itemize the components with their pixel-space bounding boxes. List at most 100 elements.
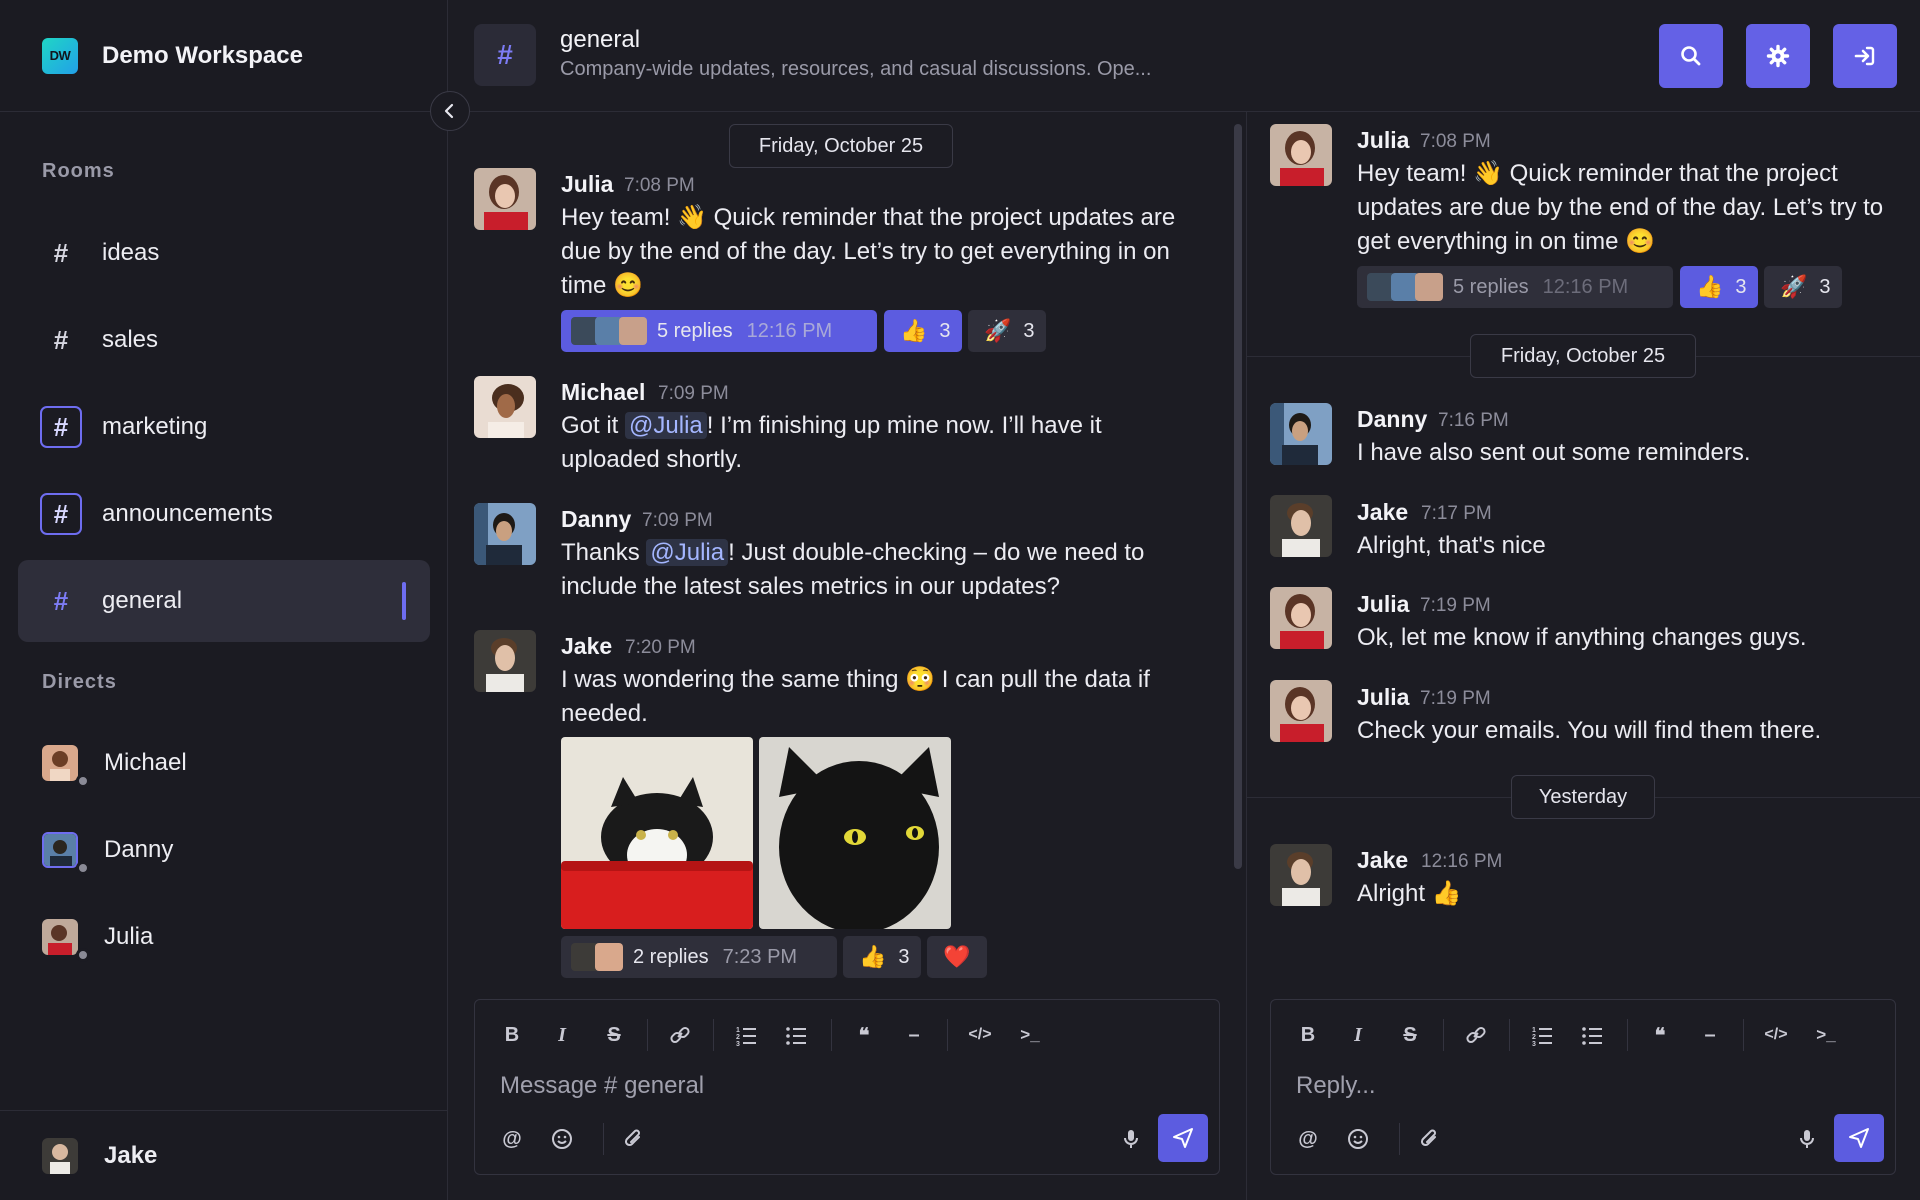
reaction-thumbs-up[interactable]: 👍 3 — [843, 936, 921, 978]
sign-in-button[interactable] — [1833, 24, 1897, 88]
link-icon[interactable] — [1461, 1020, 1491, 1050]
message-author[interactable]: Michael — [561, 379, 645, 406]
mention-icon[interactable]: @ — [1293, 1124, 1323, 1154]
sign-in-icon — [1854, 46, 1875, 66]
toolbar-divider — [603, 1123, 604, 1155]
code-icon[interactable]: </> — [1761, 1020, 1791, 1050]
ordered-list-icon[interactable]: 123 — [731, 1020, 761, 1050]
horizontal-rule-icon[interactable]: – — [899, 1020, 929, 1050]
room-label: general — [102, 587, 183, 614]
svg-text:2: 2 — [1532, 1034, 1536, 1041]
svg-text:2: 2 — [736, 1034, 740, 1041]
reaction-thumbs-up[interactable]: 👍 3 — [884, 310, 962, 352]
thread-replies-button[interactable]: 5 replies 12:16 PM — [1357, 266, 1673, 308]
sidebar: DW Demo Workspace Rooms # ideas # sales … — [0, 0, 448, 1200]
message-author[interactable]: Jake — [1357, 499, 1408, 526]
image-attachment-cat-in-bucket[interactable] — [561, 737, 753, 929]
bold-icon[interactable]: B — [497, 1020, 527, 1050]
message-text: Ok, let me know if anything changes guys… — [1357, 624, 1807, 651]
message-text: Alright, that's nice — [1357, 532, 1546, 559]
reaction-count: 3 — [1023, 319, 1035, 342]
horizontal-rule-icon[interactable]: – — [1695, 1020, 1725, 1050]
message-author[interactable]: Danny — [561, 506, 631, 533]
direct-item-danny[interactable]: Danny — [18, 813, 430, 887]
settings-button[interactable] — [1746, 24, 1810, 88]
room-label: announcements — [102, 500, 273, 527]
status-dot — [76, 861, 90, 875]
direct-item-julia[interactable]: Julia — [18, 900, 430, 974]
reaction-rocket[interactable]: 🚀 3 — [1764, 266, 1842, 308]
direct-label: Julia — [104, 923, 154, 950]
channel-hash-icon: # — [474, 24, 536, 86]
avatar — [42, 832, 78, 868]
reaction-thumbs-up[interactable]: 👍 3 — [1680, 266, 1758, 308]
message-author[interactable]: Julia — [561, 171, 613, 198]
bullet-list-icon[interactable] — [781, 1020, 811, 1050]
ordered-list-icon[interactable]: 123 — [1527, 1020, 1557, 1050]
code-block-icon[interactable]: >_ — [1811, 1020, 1841, 1050]
message-text: Alright 👍 — [1357, 880, 1462, 907]
toolbar-divider — [1399, 1123, 1400, 1155]
sidebar-item-announcements[interactable]: # announcements — [18, 473, 430, 555]
reaction-rocket[interactable]: 🚀 3 — [968, 310, 1046, 352]
sidebar-item-marketing[interactable]: # marketing — [18, 386, 430, 468]
strikethrough-icon[interactable]: S — [1395, 1020, 1425, 1050]
channel-title: general — [560, 26, 641, 53]
bullet-list-icon[interactable] — [1577, 1020, 1607, 1050]
message-time: 7:17 PM — [1421, 503, 1492, 524]
reaction-heart[interactable]: ❤️ — [927, 936, 987, 978]
message-author[interactable]: Julia — [1357, 591, 1409, 618]
replies-count: 5 replies — [657, 319, 733, 342]
message-author[interactable]: Julia — [1357, 127, 1409, 154]
message-author[interactable]: Jake — [1357, 847, 1408, 874]
thread-replies-button[interactable]: 2 replies 7:23 PM — [561, 936, 837, 978]
quote-icon[interactable]: ❝ — [849, 1020, 879, 1050]
italic-icon[interactable]: I — [547, 1020, 577, 1050]
mention-icon[interactable]: @ — [497, 1124, 527, 1154]
replies-time: 7:23 PM — [722, 945, 798, 968]
current-user[interactable]: Jake — [0, 1110, 448, 1200]
code-block-icon[interactable]: >_ — [1015, 1020, 1045, 1050]
reaction-count: 3 — [898, 945, 910, 968]
user-mention[interactable]: @Julia — [646, 539, 729, 566]
message-author[interactable]: Danny — [1357, 406, 1427, 433]
current-user-name: Jake — [104, 1141, 158, 1169]
quote-icon[interactable]: ❝ — [1645, 1020, 1675, 1050]
emoji-icon[interactable] — [1343, 1124, 1373, 1154]
bold-icon[interactable]: B — [1293, 1020, 1323, 1050]
user-mention[interactable]: @Julia — [625, 412, 707, 439]
send-icon — [1173, 1128, 1193, 1148]
scrollbar[interactable] — [1234, 124, 1242, 869]
thread-replies-button[interactable]: 5 replies 12:16 PM — [561, 310, 877, 352]
direct-item-michael[interactable]: Michael — [18, 726, 430, 800]
microphone-icon[interactable] — [1116, 1124, 1146, 1154]
attachment-icon[interactable] — [1415, 1124, 1445, 1154]
avatar — [619, 317, 647, 345]
direct-label: Danny — [104, 836, 174, 863]
send-button[interactable] — [1158, 1114, 1208, 1162]
microphone-icon[interactable] — [1792, 1124, 1822, 1154]
image-attachment-black-cat[interactable] — [759, 737, 951, 929]
gear-icon — [1766, 44, 1790, 68]
message-time: 12:16 PM — [1421, 851, 1503, 872]
sidebar-item-ideas[interactable]: # ideas — [18, 212, 430, 294]
message-author[interactable]: Jake — [561, 633, 612, 660]
message-input[interactable]: Message # general — [500, 1072, 704, 1100]
reply-input[interactable]: Reply... — [1296, 1072, 1376, 1100]
workspace-header[interactable]: DW Demo Workspace — [0, 0, 448, 112]
attachment-icon[interactable] — [619, 1124, 649, 1154]
sidebar-item-general[interactable]: # general — [18, 560, 430, 642]
collapse-sidebar-button[interactable] — [430, 91, 470, 131]
code-icon[interactable]: </> — [965, 1020, 995, 1050]
emoji-icon[interactable] — [547, 1124, 577, 1154]
strikethrough-icon[interactable]: S — [599, 1020, 629, 1050]
italic-icon[interactable]: I — [1343, 1020, 1373, 1050]
reply-composer: B I S 123 ❝ – </> >_ Reply... @ — [1270, 999, 1896, 1175]
chevron-left-icon — [444, 103, 454, 119]
link-icon[interactable] — [665, 1020, 695, 1050]
send-button[interactable] — [1834, 1114, 1884, 1162]
search-button[interactable] — [1659, 24, 1723, 88]
message-author[interactable]: Julia — [1357, 684, 1409, 711]
sidebar-item-sales[interactable]: # sales — [18, 299, 430, 381]
toolbar-divider — [1443, 1019, 1444, 1051]
